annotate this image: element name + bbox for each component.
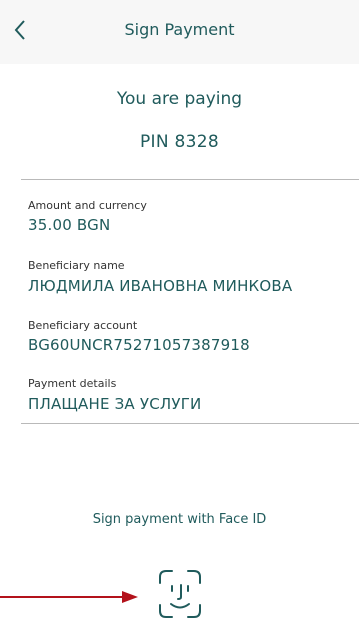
beneficiary-account-value: BG60UNCR75271057387918 xyxy=(28,336,250,354)
beneficiary-name-label: Beneficiary name xyxy=(28,259,125,272)
red-arrow-icon xyxy=(0,591,138,603)
divider xyxy=(21,423,359,424)
face-id-label: Sign payment with Face ID xyxy=(92,512,267,527)
face-id-button[interactable] xyxy=(156,567,204,621)
beneficiary-name-value: ЛЮДМИЛА ИВАНОВНА МИНКОВА xyxy=(28,277,293,295)
payment-details-label: Payment details xyxy=(28,377,117,390)
pin-value: PIN 8328 xyxy=(139,132,220,152)
amount-value: 35.00 BGN xyxy=(28,216,111,234)
face-id-icon xyxy=(159,570,201,618)
divider xyxy=(21,179,359,180)
paying-label: You are paying xyxy=(116,89,243,109)
payment-details-value: ПЛАЩАНЕ ЗА УСЛУГИ xyxy=(28,395,202,413)
amount-label: Amount and currency xyxy=(28,199,147,212)
header-bar: Sign Payment xyxy=(0,0,359,64)
beneficiary-account-label: Beneficiary account xyxy=(28,319,138,332)
page-title: Sign Payment xyxy=(124,20,235,39)
